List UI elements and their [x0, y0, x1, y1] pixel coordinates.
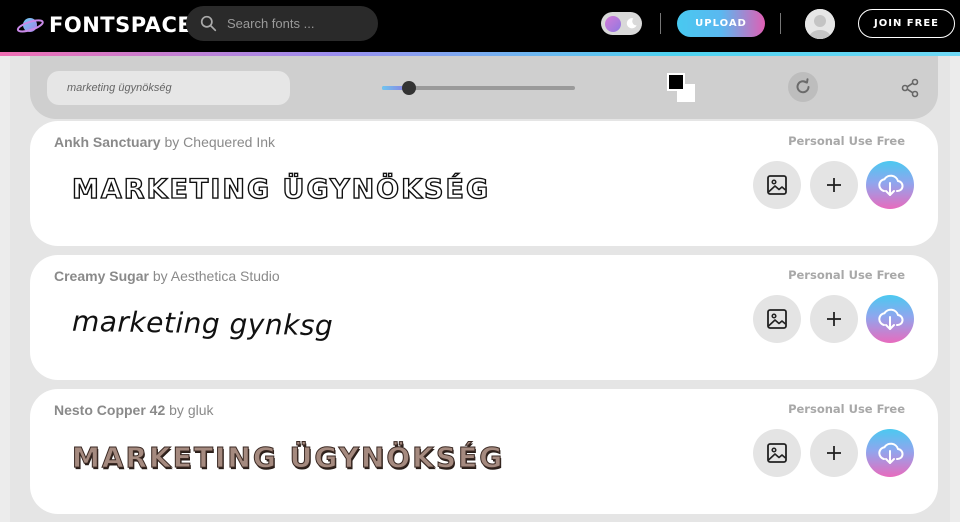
moon-icon [626, 18, 637, 29]
font-size-slider[interactable] [382, 81, 575, 95]
theme-toggle[interactable] [601, 12, 642, 35]
user-avatar-icon[interactable] [805, 9, 835, 39]
main-content: Ankh Sanctuary by Chequered Ink Personal… [10, 56, 950, 522]
foreground-color-swatch[interactable] [667, 73, 685, 91]
font-author-link[interactable]: Chequered Ink [183, 134, 275, 150]
by-label: by [164, 134, 180, 150]
search-box[interactable] [186, 6, 378, 41]
license-label: Personal Use Free [788, 268, 905, 282]
font-name-link[interactable]: Creamy Sugar [54, 268, 149, 284]
join-free-button[interactable]: JOIN FREE [858, 9, 955, 38]
download-button[interactable] [866, 429, 914, 477]
top-navigation-bar: FONTSPACE UPLOAD JOIN FREE [0, 0, 960, 52]
cloud-download-icon [878, 308, 904, 330]
download-button[interactable] [866, 295, 914, 343]
search-input[interactable] [227, 16, 357, 31]
header-divider [660, 13, 661, 34]
upload-button[interactable]: UPLOAD [677, 10, 765, 37]
add-to-collection-button[interactable] [810, 161, 858, 209]
font-sample-text: MARKETING ÜGYNÖKSÉG [71, 440, 505, 474]
generate-image-button[interactable] [753, 295, 801, 343]
font-name-link[interactable]: Nesto Copper 42 [54, 402, 165, 418]
preview-text-input[interactable] [47, 71, 290, 105]
plus-icon [827, 446, 841, 460]
image-icon [767, 309, 787, 329]
generate-image-button[interactable] [753, 161, 801, 209]
generate-image-button[interactable] [753, 429, 801, 477]
refresh-button[interactable] [788, 72, 818, 102]
by-label: by [152, 268, 168, 284]
share-button[interactable] [898, 76, 922, 100]
add-to-collection-button[interactable] [810, 429, 858, 477]
image-icon [767, 175, 787, 195]
font-card-title: Creamy Sugar by Aesthetica Studio [54, 268, 280, 284]
share-icon [901, 78, 919, 98]
plus-icon [827, 178, 841, 192]
search-icon [200, 15, 217, 32]
header-divider [780, 13, 781, 34]
preview-toolbar [30, 56, 938, 119]
font-card: Creamy Sugar by Aesthetica Studio Person… [30, 255, 938, 380]
font-preview-sample[interactable]: marketing gynksg [71, 303, 334, 343]
refresh-icon [796, 78, 810, 94]
slider-thumb[interactable] [402, 81, 417, 95]
font-preview-sample[interactable]: MARKETING ÜGYNÖKSÉG [71, 169, 491, 209]
color-picker[interactable] [667, 73, 696, 102]
download-button[interactable] [866, 161, 914, 209]
toggle-knob [605, 15, 621, 32]
license-label: Personal Use Free [788, 134, 905, 148]
add-to-collection-button[interactable] [810, 295, 858, 343]
font-card-title: Nesto Copper 42 by gluk [54, 402, 214, 418]
font-card: Ankh Sanctuary by Chequered Ink Personal… [30, 121, 938, 246]
font-preview-sample[interactable]: MARKETING ÜGYNÖKSÉG [71, 437, 505, 477]
font-name-link[interactable]: Ankh Sanctuary [54, 134, 161, 150]
font-sample-text: MARKETING ÜGYNÖKSÉG [71, 173, 491, 205]
font-sample-text: marketing gynksg [71, 304, 334, 342]
planet-icon [16, 18, 44, 33]
fontspace-logo[interactable]: FONTSPACE [16, 10, 192, 40]
by-label: by [169, 402, 184, 418]
cloud-download-icon [878, 442, 904, 464]
cloud-download-icon [878, 174, 904, 196]
font-card-title: Ankh Sanctuary by Chequered Ink [54, 134, 275, 150]
license-label: Personal Use Free [788, 402, 905, 416]
logo-text: FONTSPACE [49, 13, 193, 37]
font-author-link[interactable]: Aesthetica Studio [171, 268, 280, 284]
font-card: Nesto Copper 42 by gluk Personal Use Fre… [30, 389, 938, 514]
plus-icon [827, 312, 841, 326]
image-icon [767, 443, 787, 463]
font-author-link[interactable]: gluk [188, 402, 214, 418]
